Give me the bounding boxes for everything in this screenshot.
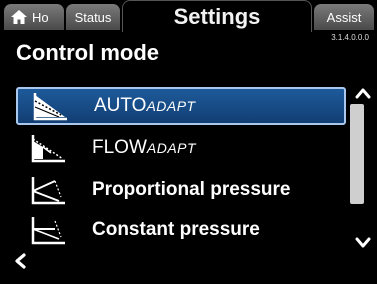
scroll-down-button[interactable]: [355, 236, 371, 255]
tab-settings-label: Settings: [173, 3, 261, 29]
list-item-label: Constant pressure: [92, 219, 260, 240]
chevron-down-icon: [355, 237, 371, 248]
home-icon: [11, 10, 27, 24]
scroll-up-button[interactable]: [355, 86, 371, 105]
tab-assist[interactable]: Assist: [314, 4, 374, 30]
chevron-left-icon: [15, 253, 26, 269]
tab-settings[interactable]: Settings: [122, 0, 312, 32]
version-label: 3.1.4.0.0.0: [331, 33, 369, 42]
list-item-label: AUTOADAPT: [94, 95, 196, 116]
list-item-label: Proportional pressure: [92, 179, 291, 200]
list-item-label: FLOWADAPT: [92, 137, 197, 158]
control-mode-list: AUTOADAPT FLOWADAPT Proportional pressur…: [16, 87, 346, 247]
tab-home[interactable]: Ho: [4, 4, 64, 30]
list-item-autoadapt[interactable]: AUTOADAPT: [16, 87, 346, 125]
list-item-proportional-pressure[interactable]: Proportional pressure: [16, 171, 346, 209]
tab-bar: Ho Status Settings Assist: [0, 0, 377, 32]
proportional-pressure-curve-icon: [26, 173, 70, 207]
chevron-up-icon: [355, 88, 371, 99]
flowadapt-curve-icon: [26, 131, 70, 165]
list-item-flowadapt[interactable]: FLOWADAPT: [16, 129, 346, 167]
constant-pressure-curve-icon: [26, 213, 70, 247]
tab-assist-label: Assist: [326, 9, 362, 25]
tab-status[interactable]: Status: [66, 4, 120, 30]
tab-status-label: Status: [74, 9, 112, 25]
autoadapt-curve-icon: [28, 89, 72, 123]
back-button[interactable]: [12, 252, 30, 275]
tab-home-label: Ho: [32, 9, 49, 25]
page-title: Control mode: [16, 40, 159, 65]
scrollbar-thumb[interactable]: [350, 104, 364, 204]
list-item-constant-pressure[interactable]: Constant pressure: [16, 211, 346, 249]
